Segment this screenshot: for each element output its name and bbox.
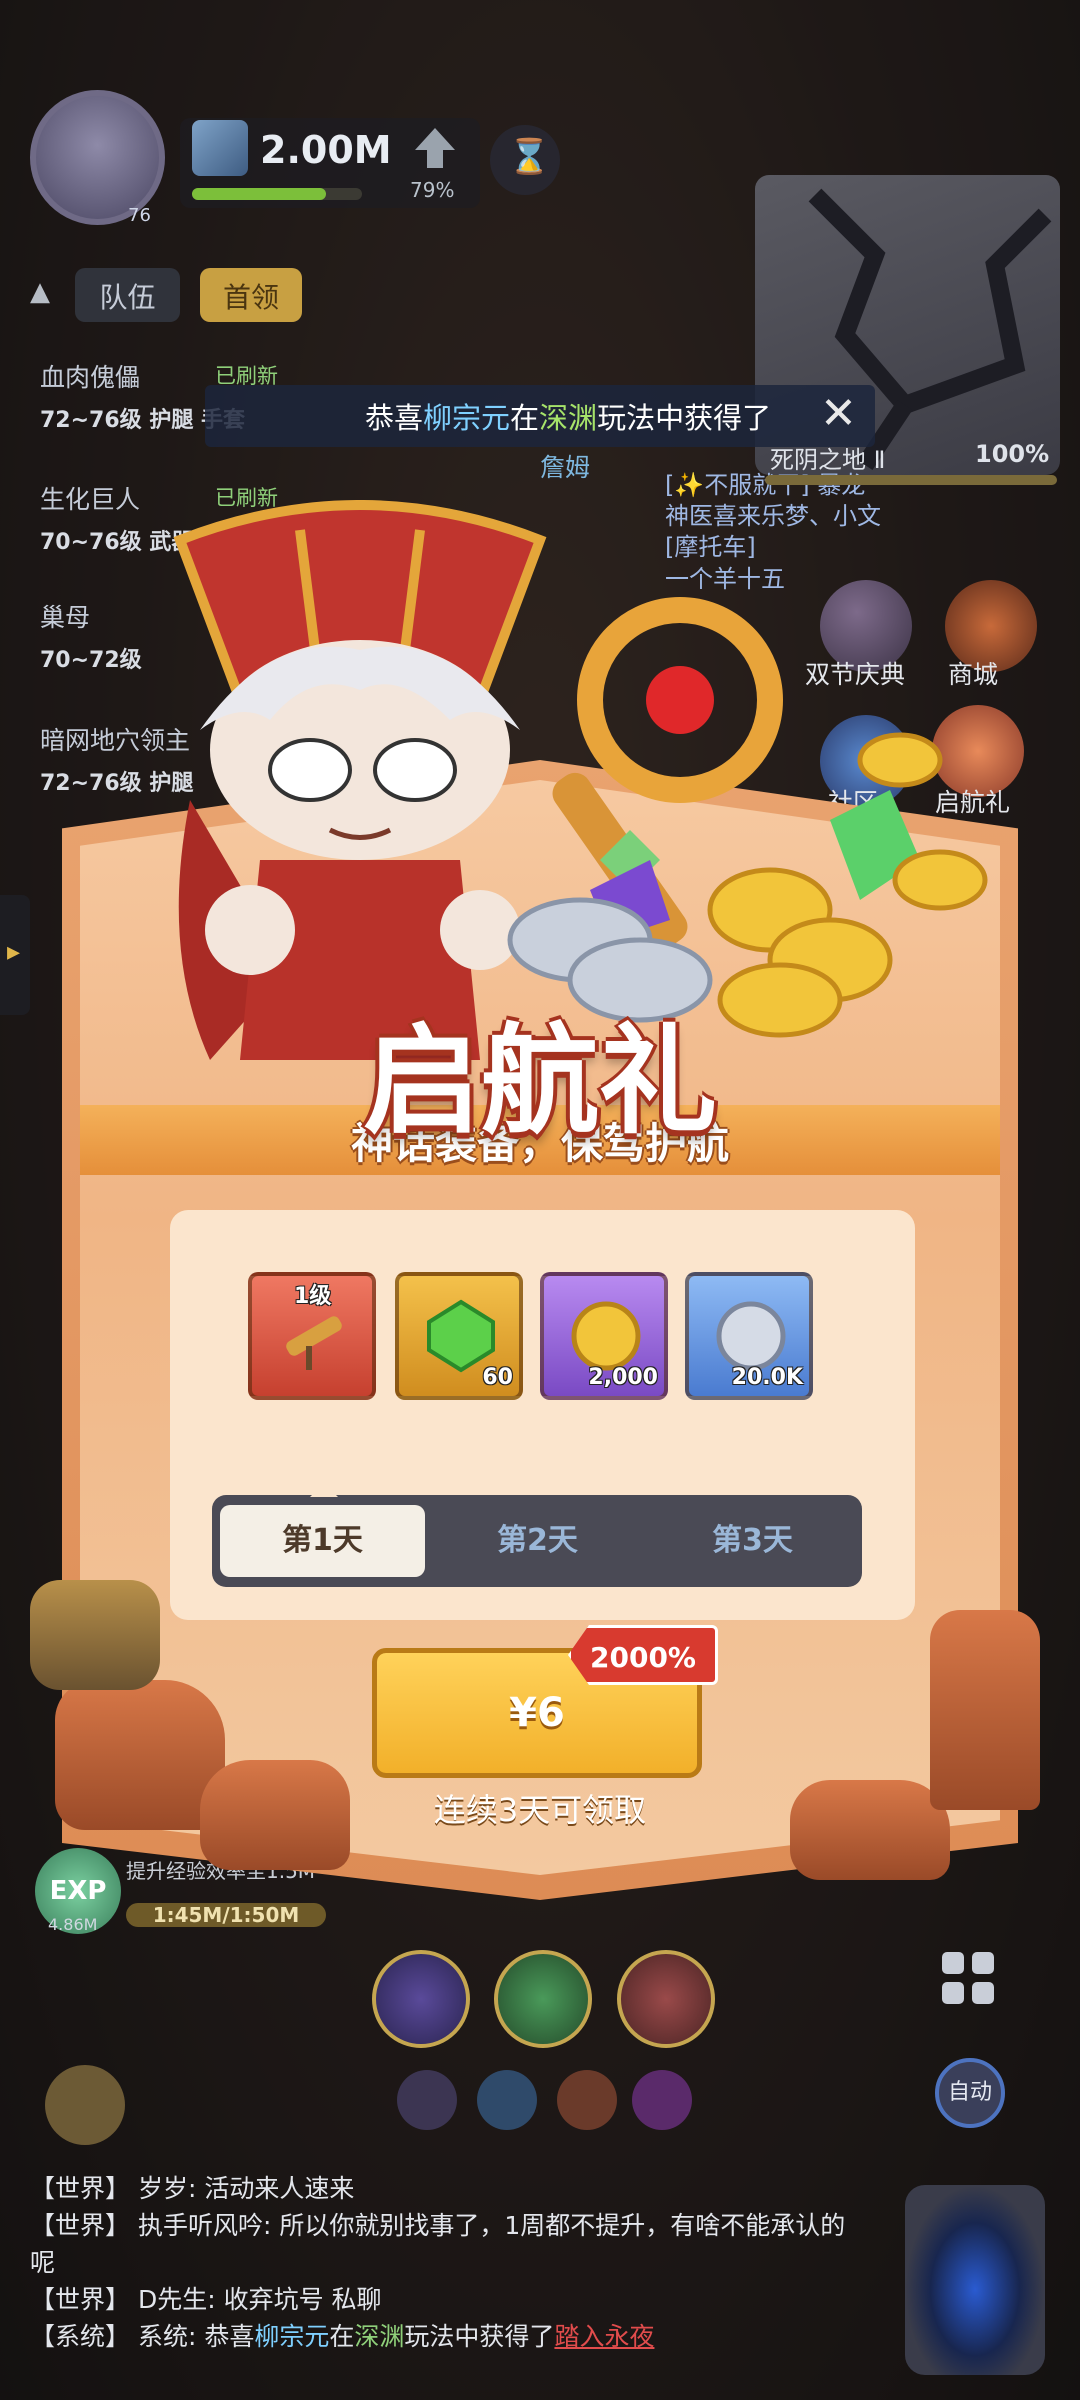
chat-place: 深渊 (354, 2322, 405, 2351)
menu-grid-icon[interactable] (940, 1950, 996, 2006)
chat-line: 【世界】 执手听风吟: 所以你就别找事了，1周都不提升，有啥不能承认的呢 (30, 2207, 850, 2281)
chat-log[interactable]: 【世界】 岁岁: 活动来人速来 【世界】 执手听风吟: 所以你就别找事了，1周都… (30, 2170, 850, 2355)
chat-bubble: 神医喜来乐梦、小文 (665, 502, 881, 531)
totem-decoration (30, 1580, 160, 1690)
chat-item-link[interactable]: 踏入永夜 (554, 2322, 654, 2351)
exp-progress-bar: 1:45M/1:50M (126, 1903, 326, 1927)
mini-skill-2[interactable] (477, 2070, 537, 2130)
chat-speaker: 执手听风吟: (137, 2211, 272, 2240)
power-progress-percent: 79% (410, 178, 455, 202)
tab-boss[interactable]: 首领 (200, 268, 302, 322)
boss-detail: 70~72级 (40, 648, 142, 673)
skill-slot-3[interactable] (617, 1950, 715, 2048)
avatar-level: 76 (128, 205, 151, 226)
chat-text: 收弃坑号 私聊 (223, 2285, 382, 2314)
skill-slot-2[interactable] (494, 1950, 592, 2048)
silver-coin-icon (716, 1301, 786, 1371)
item-quantity: 60 (482, 1365, 513, 1390)
announcement-banner: 恭喜 柳宗元 在 深渊 玩法中获得了 (205, 385, 875, 447)
collapse-arrow-icon[interactable]: ▲ (30, 277, 50, 307)
player-nameplate: 詹姆 (540, 453, 591, 482)
chat-bubble: [摩托车] (665, 533, 756, 562)
chat-channel: 【世界】 (30, 2285, 131, 2314)
zone-progress: 100% (975, 440, 1050, 468)
chat-text: 在 (329, 2322, 355, 2351)
chat-channel: 【世界】 (30, 2174, 131, 2203)
tab-day-3[interactable]: 第3天 (650, 1505, 855, 1577)
chat-channel: 【系统】 (30, 2322, 131, 2351)
chat-speaker: D先生: (137, 2285, 216, 2314)
power-progress-bar (192, 188, 362, 200)
chat-channel: 【世界】 (30, 2211, 131, 2240)
auto-battle-button[interactable]: 自动 (935, 2058, 1005, 2128)
tab-team[interactable]: 队伍 (75, 268, 180, 322)
chat-text: 恭喜 (204, 2322, 255, 2351)
hourglass-icon[interactable] (490, 125, 560, 195)
exp-amount: 4.86M (48, 1915, 98, 1934)
chat-line: 【世界】 D先生: 收弃坑号 私聊 (30, 2281, 850, 2318)
item-quantity: 20.0K (731, 1365, 803, 1390)
rock-decoration (200, 1760, 350, 1870)
compass-icon[interactable] (45, 2065, 125, 2145)
mini-skill-3[interactable] (557, 2070, 617, 2130)
reward-item-silver-coin[interactable]: 20.0K (685, 1272, 813, 1400)
tab-day-2[interactable]: 第2天 (435, 1505, 640, 1577)
zone-progress-bar (765, 475, 1057, 485)
chat-speaker: 岁岁: (137, 2174, 197, 2203)
boss-name: 血肉傀儡 (40, 363, 141, 392)
reward-item-gold-coin[interactable]: 2,000 (540, 1272, 668, 1400)
discount-badge: 2000% (568, 1625, 718, 1685)
announcement-prefix: 恭喜 (365, 401, 424, 435)
item-level: 1级 (294, 1284, 332, 1309)
item-quantity: 2,000 (588, 1365, 658, 1390)
sword-icon (192, 120, 248, 176)
power-progress-fill (192, 188, 327, 200)
boss-name: 生化巨人 (40, 485, 141, 514)
emerald-icon (427, 1299, 495, 1373)
rock-decoration (790, 1780, 950, 1880)
combat-power-value: 2.00M (260, 128, 392, 172)
reward-item-emerald[interactable]: 60 (395, 1272, 523, 1400)
chat-player: 柳宗元 (254, 2322, 330, 2351)
rock-decoration (930, 1610, 1040, 1810)
announcement-suffix: 玩法中获得了 (597, 401, 772, 435)
skill-slot-1[interactable] (372, 1950, 470, 2048)
announcement-player: 柳宗元 (423, 401, 511, 435)
chat-text: 活动来人速来 (204, 2174, 355, 2203)
chat-text: 玩法中获得了 (404, 2322, 555, 2351)
mini-skill-4[interactable] (632, 2070, 692, 2130)
boss-name: 巢母 (40, 603, 91, 632)
chat-line-system: 【系统】 系统: 恭喜柳宗元在深渊玩法中获得了踏入永夜 (30, 2318, 850, 2355)
portal-icon[interactable] (905, 2185, 1045, 2375)
selected-day-pointer (310, 1483, 338, 1497)
tab-day-1[interactable]: 第1天 (220, 1505, 425, 1577)
announcement-mid: 在 (510, 401, 540, 435)
modal-title: 启航礼 (362, 1011, 717, 1150)
gold-coin-icon (571, 1301, 641, 1371)
announcement-place: 深渊 (539, 401, 598, 435)
mini-skill-1[interactable] (397, 2070, 457, 2130)
close-icon[interactable]: ✕ (820, 388, 857, 439)
chat-speaker: 系统: (137, 2322, 197, 2351)
reward-item-telescope[interactable]: 1级 (248, 1272, 376, 1400)
chat-line: 【世界】 岁岁: 活动来人速来 (30, 2170, 850, 2207)
